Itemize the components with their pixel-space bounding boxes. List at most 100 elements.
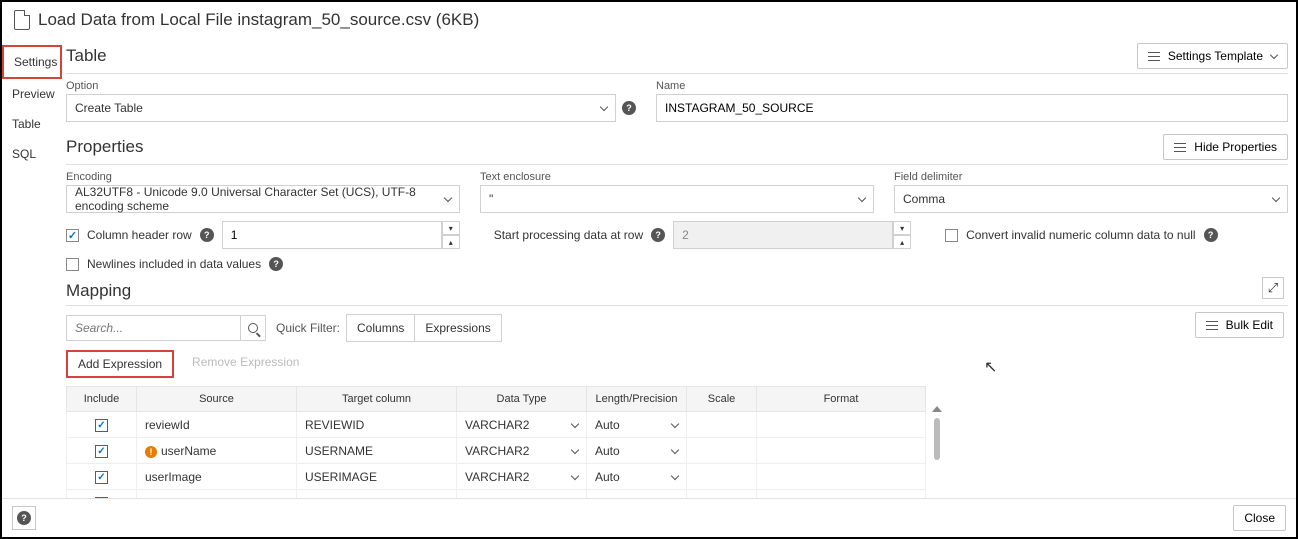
- name-label: Name: [656, 80, 1288, 92]
- include-checkbox[interactable]: [95, 445, 108, 458]
- chevron-down-icon: [858, 194, 866, 202]
- field-delimiter-label: Field delimiter: [894, 171, 1288, 183]
- option-select[interactable]: Create Table: [66, 94, 616, 122]
- table-row[interactable]: !userNameUSERNAMEVARCHAR2Auto: [67, 438, 926, 464]
- help-icon[interactable]: ?: [651, 228, 665, 242]
- field-delimiter-select[interactable]: Comma: [894, 185, 1288, 213]
- length-cell[interactable]: Auto: [587, 438, 687, 464]
- chevron-down-icon: [671, 419, 679, 427]
- mapping-scrollbar[interactable]: [930, 378, 944, 504]
- table-row[interactable]: userImageUSERIMAGEVARCHAR2Auto: [67, 464, 926, 490]
- mapping-search[interactable]: [66, 315, 266, 341]
- column-header-row-input[interactable]: [222, 221, 442, 249]
- bulk-edit-button[interactable]: Bulk Edit: [1195, 312, 1284, 338]
- scroll-up-icon[interactable]: [932, 406, 942, 412]
- chevron-down-icon: [571, 445, 579, 453]
- convert-invalid-label: Convert invalid numeric column data to n…: [966, 228, 1195, 242]
- length-cell[interactable]: Auto: [587, 412, 687, 438]
- source-cell: !userName: [137, 438, 297, 464]
- sidebar-item-table[interactable]: Table: [2, 109, 62, 139]
- length-cell[interactable]: Auto: [587, 464, 687, 490]
- column-header-checkbox[interactable]: [66, 229, 79, 242]
- spin-down-icon[interactable]: ▾: [442, 221, 460, 235]
- datatype-cell[interactable]: VARCHAR2: [457, 438, 587, 464]
- th-datatype: Data Type: [457, 387, 587, 412]
- column-header-label: Column header row: [87, 228, 192, 242]
- close-button[interactable]: Close: [1233, 505, 1286, 531]
- start-processing-label: Start processing data at row: [494, 228, 643, 242]
- include-checkbox[interactable]: [95, 471, 108, 484]
- name-input[interactable]: [656, 94, 1288, 122]
- scroll-thumb[interactable]: [934, 418, 940, 460]
- start-processing-input: [673, 221, 893, 249]
- include-checkbox[interactable]: [95, 419, 108, 432]
- datatype-cell[interactable]: VARCHAR2: [457, 412, 587, 438]
- dialog-title: Load Data from Local File instagram_50_s…: [38, 10, 479, 30]
- help-icon[interactable]: ?: [200, 228, 214, 242]
- encoding-label: Encoding: [66, 171, 460, 183]
- table-row[interactable]: reviewIdREVIEWIDVARCHAR2Auto: [67, 412, 926, 438]
- target-cell[interactable]: REVIEWID: [297, 412, 457, 438]
- chevron-down-icon: [571, 419, 579, 427]
- newlines-checkbox[interactable]: [66, 258, 79, 271]
- target-cell[interactable]: USERIMAGE: [297, 464, 457, 490]
- sidebar-item-preview[interactable]: Preview: [2, 79, 62, 109]
- chevron-down-icon: [444, 194, 452, 202]
- newlines-label: Newlines included in data values: [87, 257, 261, 271]
- chevron-down-icon: [1270, 51, 1278, 59]
- help-icon[interactable]: ?: [622, 101, 636, 115]
- text-enclosure-select[interactable]: ": [480, 185, 874, 213]
- help-icon[interactable]: ?: [269, 257, 283, 271]
- help-icon: ?: [17, 511, 31, 525]
- warning-icon: !: [145, 446, 157, 458]
- chevron-down-icon: [1272, 194, 1280, 202]
- chevron-down-icon: [671, 471, 679, 479]
- spin-up-icon[interactable]: ▴: [442, 235, 460, 249]
- search-icon: [248, 323, 258, 333]
- sidebar-item-settings[interactable]: Settings: [2, 45, 62, 79]
- th-length: Length/Precision: [587, 387, 687, 412]
- th-include: Include: [67, 387, 137, 412]
- spin-up-icon: ▴: [893, 235, 911, 249]
- filter-expressions-button[interactable]: Expressions: [415, 315, 500, 341]
- add-expression-button[interactable]: Add Expression: [66, 350, 174, 378]
- option-label: Option: [66, 80, 636, 92]
- quick-filter-label: Quick Filter:: [276, 321, 340, 335]
- dialog-footer: ? Close: [2, 498, 1296, 537]
- search-input[interactable]: [67, 316, 240, 340]
- scale-cell[interactable]: [687, 464, 757, 490]
- footer-help-button[interactable]: ?: [12, 506, 36, 530]
- scale-cell[interactable]: [687, 412, 757, 438]
- expand-button[interactable]: ⤢: [1262, 277, 1284, 299]
- hide-properties-button[interactable]: Hide Properties: [1163, 134, 1288, 160]
- chevron-down-icon: [600, 103, 608, 111]
- datatype-cell[interactable]: VARCHAR2: [457, 464, 587, 490]
- scale-cell[interactable]: [687, 438, 757, 464]
- section-table-title: Table: [66, 46, 107, 66]
- th-source: Source: [137, 387, 297, 412]
- chevron-down-icon: [671, 445, 679, 453]
- section-mapping-title: Mapping: [66, 281, 131, 301]
- th-format: Format: [757, 387, 926, 412]
- convert-invalid-checkbox[interactable]: [945, 229, 958, 242]
- help-icon[interactable]: ?: [1204, 228, 1218, 242]
- mapping-table: Include Source Target column Data Type L…: [66, 386, 926, 504]
- th-target: Target column: [297, 387, 457, 412]
- dialog-header: Load Data from Local File instagram_50_s…: [2, 2, 1296, 39]
- format-cell[interactable]: [757, 412, 926, 438]
- format-cell[interactable]: [757, 438, 926, 464]
- search-button[interactable]: [240, 316, 265, 340]
- sidebar-item-sql[interactable]: SQL: [2, 139, 62, 169]
- text-enclosure-label: Text enclosure: [480, 171, 874, 183]
- spin-down-icon: ▾: [893, 221, 911, 235]
- section-properties-title: Properties: [66, 137, 143, 157]
- source-cell: userImage: [137, 464, 297, 490]
- chevron-down-icon: [571, 471, 579, 479]
- encoding-select[interactable]: AL32UTF8 - Unicode 9.0 Universal Charact…: [66, 185, 460, 213]
- target-cell[interactable]: USERNAME: [297, 438, 457, 464]
- filter-columns-button[interactable]: Columns: [347, 315, 415, 341]
- settings-template-button[interactable]: Settings Template: [1137, 43, 1288, 69]
- remove-expression-button: Remove Expression: [182, 350, 309, 378]
- format-cell[interactable]: [757, 464, 926, 490]
- file-icon: [14, 10, 30, 30]
